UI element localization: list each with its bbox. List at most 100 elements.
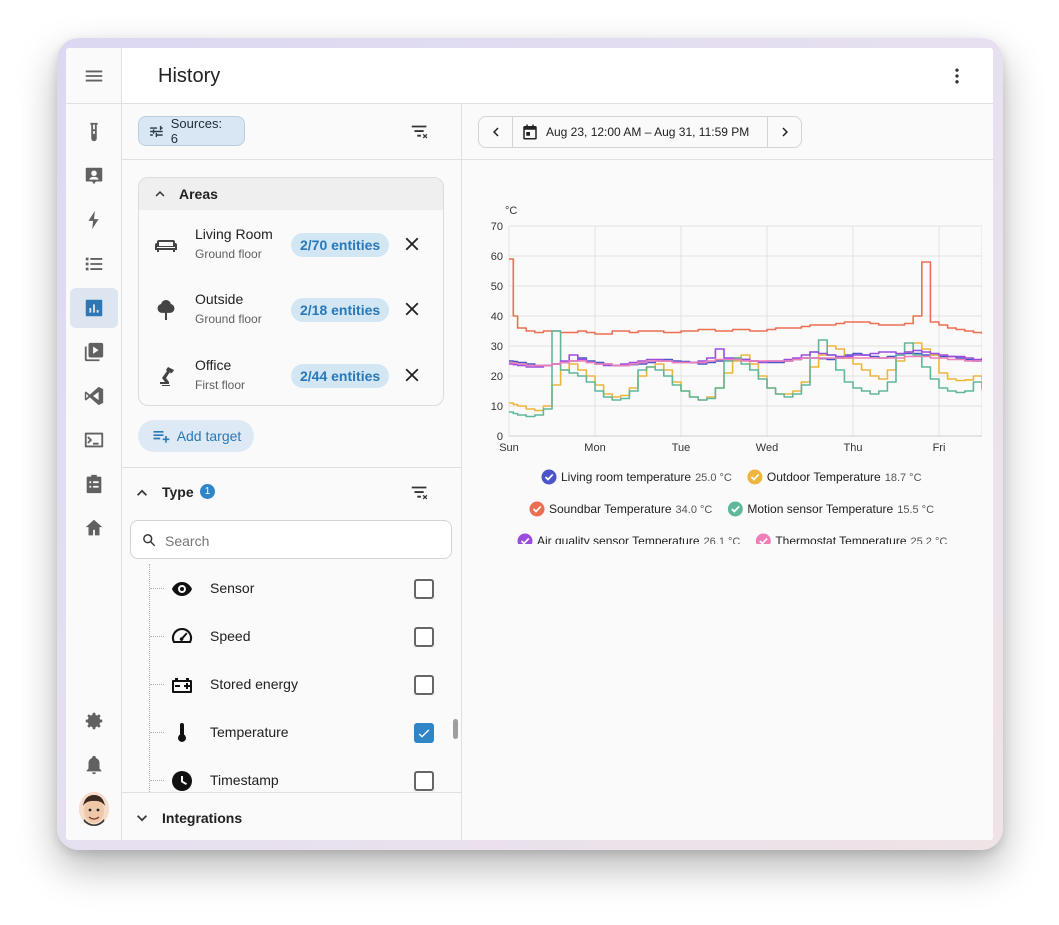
type-search-field[interactable] [130, 520, 452, 559]
type-checkbox[interactable] [414, 771, 434, 791]
legend-value: 25.0 °C [695, 472, 732, 484]
date-range-picker: Aug 23, 12:00 AM – Aug 31, 11:59 PM [478, 116, 802, 148]
tree-tick [150, 588, 164, 589]
type-label: Speed [210, 628, 251, 644]
search-input[interactable] [163, 529, 437, 553]
type-checkbox[interactable] [414, 627, 434, 647]
legend-check-icon [529, 501, 545, 517]
previous-range-button[interactable] [479, 117, 513, 147]
x-tick-label: Thu [844, 442, 863, 454]
area-row-office[interactable]: Office First floor 2/44 entities [139, 344, 443, 400]
y-tick-label: 60 [491, 251, 503, 263]
legend-value: 18.7 °C [885, 472, 922, 484]
type-checkbox[interactable] [414, 723, 434, 743]
legend-item[interactable]: Living room temperature 25.0 °C [541, 469, 732, 485]
list-item[interactable]: Timestamp [122, 756, 461, 792]
play-box-multiple-icon [84, 342, 104, 362]
entities-chip[interactable]: 2/44 entities [291, 364, 390, 388]
sidebar-item-code[interactable] [70, 376, 118, 416]
sources-label: Sources: 6 [170, 116, 223, 146]
gear-icon [85, 712, 103, 730]
target-picker-panel: Sources: 6 Areas Living Room Ground floo… [122, 104, 462, 840]
list-item[interactable]: Stored energy [122, 660, 461, 708]
tree-tick [150, 684, 164, 685]
legend-item[interactable]: Thermostat Temperature 25.2 °C [755, 533, 948, 549]
sidebar-item-people[interactable] [70, 156, 118, 196]
chevron-down-icon [132, 808, 152, 828]
area-floor: First floor [195, 378, 246, 392]
sidebar-item-settings[interactable] [70, 701, 118, 741]
area-name: Outside [195, 291, 244, 307]
add-target-label: Add target [176, 428, 242, 444]
tree-icon [154, 298, 178, 322]
type-label: Sensor [210, 580, 255, 596]
sidebar-item-media[interactable] [70, 332, 118, 372]
legend-item[interactable]: Outdoor Temperature 18.7 °C [747, 469, 922, 485]
date-range-label[interactable]: Aug 23, 12:00 AM – Aug 31, 11:59 PM [546, 125, 749, 139]
avatar[interactable] [79, 792, 109, 826]
sidebar-item-logbook[interactable] [70, 244, 118, 284]
type-checkbox[interactable] [414, 579, 434, 599]
tune-icon [150, 125, 163, 137]
sidebar-item-terminal[interactable] [70, 420, 118, 460]
integrations-title: Integrations [162, 810, 243, 826]
area-row-living-room[interactable]: Living Room Ground floor 2/70 entities [139, 213, 443, 269]
chart-box-icon [85, 299, 103, 317]
history-panel: Aug 23, 12:00 AM – Aug 31, 11:59 PM °C 0 1… [462, 104, 993, 840]
next-range-button[interactable] [767, 117, 801, 147]
format-list-icon [85, 257, 103, 271]
x-tick-label: Sun [499, 442, 519, 454]
sofa-icon [154, 233, 178, 257]
add-target-button[interactable]: Add target [138, 420, 254, 452]
sidebar-item-energy[interactable] [70, 200, 118, 240]
clear-filters-button[interactable] [409, 121, 431, 143]
entities-chip[interactable]: 2/18 entities [291, 298, 390, 322]
filter-remove-icon [411, 486, 428, 500]
tree-tick [150, 636, 164, 637]
chevron-left-icon [492, 127, 499, 137]
overflow-menu-button[interactable] [947, 66, 967, 86]
type-checkbox[interactable] [414, 675, 434, 695]
sources-chip[interactable]: Sources: 6 [138, 116, 245, 146]
x-tick-label: Wed [756, 442, 778, 454]
y-tick-label: 50 [491, 281, 503, 293]
x-tick-label: Fri [933, 442, 946, 454]
chevron-up-icon [132, 483, 152, 503]
areas-header[interactable]: Areas [139, 178, 443, 210]
sidebar-item-history[interactable] [70, 288, 118, 328]
sidebar-item-home[interactable] [70, 508, 118, 548]
integrations-header[interactable]: Integrations [122, 792, 461, 840]
page-title: History [158, 65, 221, 87]
list-item[interactable]: Sensor [122, 564, 461, 612]
vscode-icon [84, 386, 104, 406]
remove-area-button[interactable] [401, 364, 423, 386]
x-tick-label: Tue [672, 442, 691, 454]
remove-area-button[interactable] [401, 233, 423, 255]
menu-button[interactable] [70, 56, 118, 96]
sidebar-item-todo[interactable] [70, 464, 118, 504]
remove-area-button[interactable] [401, 298, 423, 320]
legend-item[interactable]: Air quality sensor Temperature 26.1 °C [517, 533, 741, 549]
legend-item[interactable]: Motion sensor Temperature 15.5 °C [727, 501, 934, 517]
sources-toolbar: Sources: 6 [122, 104, 461, 160]
search-icon [143, 534, 156, 547]
calendar-icon[interactable] [521, 123, 539, 141]
y-tick-label: 30 [491, 341, 503, 353]
type-list-scrollbar[interactable] [453, 719, 458, 739]
type-header[interactable]: Type 1 [122, 468, 461, 518]
area-row-outside[interactable]: Outside Ground floor 2/18 entities [139, 278, 443, 334]
legend-label: Thermostat Temperature [775, 534, 906, 544]
sidebar-item-lab[interactable] [70, 112, 118, 152]
thermometer-icon [170, 721, 194, 745]
type-label: Timestamp [210, 772, 279, 788]
sidebar-header [66, 48, 121, 104]
area-floor: Ground floor [195, 312, 262, 326]
entities-chip[interactable]: 2/70 entities [291, 233, 390, 257]
sidebar-item-notifications[interactable] [70, 745, 118, 785]
list-item[interactable]: Speed [122, 612, 461, 660]
legend-item[interactable]: Soundbar Temperature 34.0 °C [529, 501, 713, 517]
list-item[interactable]: Temperature [122, 708, 461, 756]
history-chart: °C 0 10 20 30 40 50 60 70 Sun Mon Tue Wed Thu Fri Livin… [472, 184, 983, 549]
clear-type-filter-button[interactable] [409, 482, 431, 504]
areas-title: Areas [179, 186, 218, 202]
